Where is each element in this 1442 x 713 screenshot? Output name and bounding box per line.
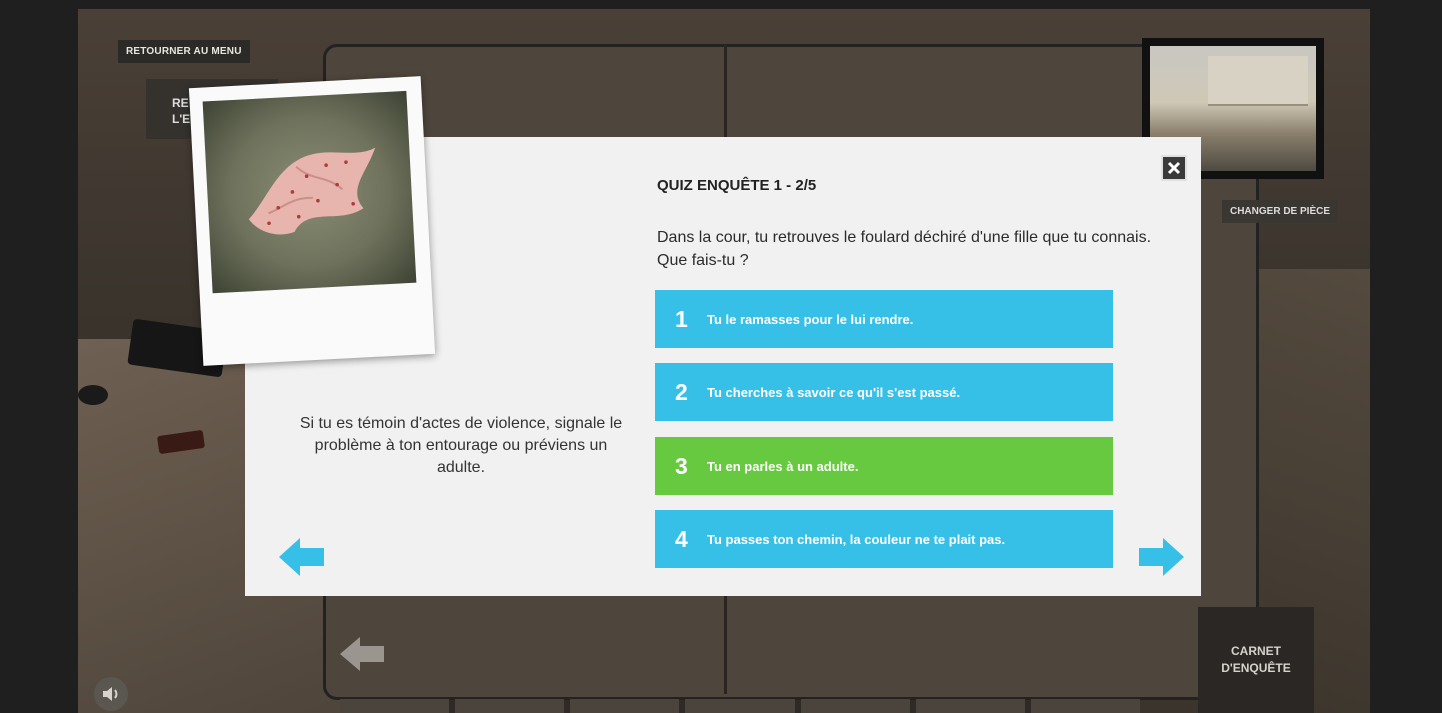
answer-text: Tu passes ton chemin, la couleur ne te p…: [707, 531, 1006, 547]
answer-number: 4: [675, 525, 688, 552]
scarf-illustration: [248, 147, 376, 235]
answer-number: 1: [675, 305, 688, 332]
answer-option-3[interactable]: 3 Tu en parles à un adulte.: [655, 437, 1113, 495]
answer-number: 3: [675, 452, 688, 479]
quiz-question: Dans la cour, tu retrouves le foulard dé…: [657, 229, 1152, 269]
carnet-label: CARNET D'ENQUÊTE: [1221, 644, 1291, 675]
mouse-object: [78, 385, 108, 405]
notebook-tab: [915, 699, 1025, 713]
notebook-tab: [685, 699, 795, 713]
scarf-photo: [202, 90, 417, 294]
answer-text: Tu le ramasses pour le lui rendre.: [707, 311, 914, 327]
answer-option-4[interactable]: 4 Tu passes ton chemin, la couleur ne te…: [655, 510, 1113, 568]
notebook-tab: [800, 699, 910, 713]
notebook-tab: [340, 699, 450, 713]
notebook-tab: [570, 699, 680, 713]
evidence-polaroid: [188, 76, 436, 366]
change-room-button[interactable]: CHANGER DE PIÈCE: [1221, 200, 1338, 223]
notebook-tab: [1030, 699, 1140, 713]
speaker-icon[interactable]: [94, 677, 128, 711]
answer-option-2[interactable]: 2 Tu cherches à savoir ce qu'il s'est pa…: [655, 363, 1113, 421]
return-menu-button[interactable]: RETOURNER AU MENU: [118, 40, 250, 63]
close-icon[interactable]: [1161, 155, 1187, 181]
answer-option-1[interactable]: 1 Tu le ramasses pour le lui rendre.: [655, 290, 1113, 348]
arrow-right-icon[interactable]: [1138, 538, 1184, 581]
arrow-left-icon[interactable]: [279, 538, 325, 581]
quiz-tip: Si tu es témoin d'actes de violence, sig…: [299, 415, 623, 476]
answer-text: Tu cherches à savoir ce qu'il s'est pass…: [707, 384, 961, 400]
building-shape: [1208, 56, 1308, 106]
back-arrow-icon[interactable]: [340, 637, 386, 676]
quiz-title: QUIZ ENQUÊTE 1 - 2/5: [657, 177, 817, 194]
answer-text: Tu en parles à un adulte.: [707, 458, 859, 474]
answer-number: 2: [675, 378, 688, 405]
carnet-button[interactable]: CARNET D'ENQUÊTE: [1198, 607, 1314, 713]
notebook-tabs: [340, 699, 1140, 713]
notebook-tab: [455, 699, 565, 713]
